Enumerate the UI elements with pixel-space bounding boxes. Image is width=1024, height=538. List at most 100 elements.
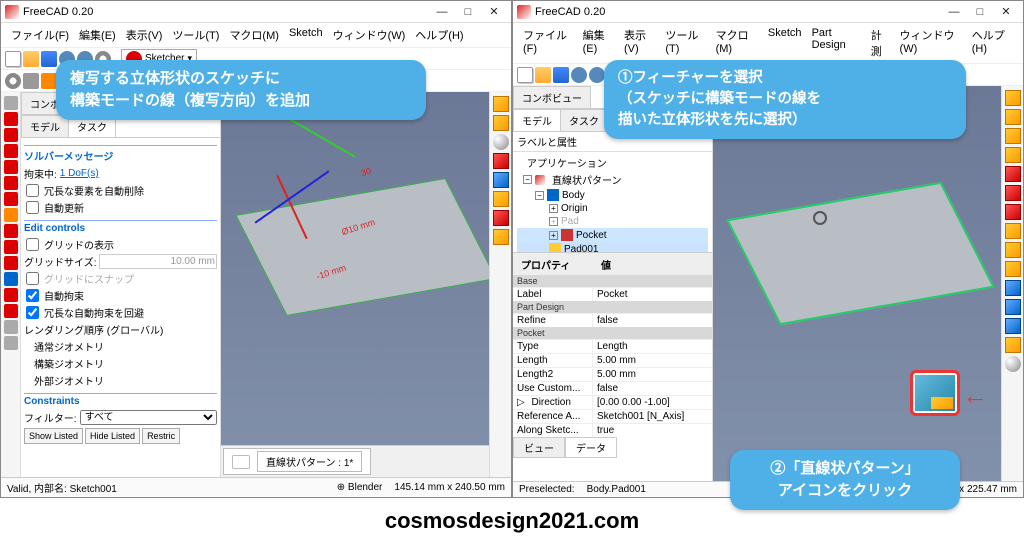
red-icon[interactable] (493, 153, 509, 169)
view-icon-2[interactable] (41, 73, 57, 89)
minimize-button[interactable]: ― (941, 2, 967, 22)
menu-window[interactable]: ウィンドウ(W) (896, 25, 966, 61)
geom-construct[interactable]: 構築ジオメトリ (34, 356, 104, 371)
menu-macro[interactable]: マクロ(M) (225, 25, 283, 45)
tree-node-doc[interactable]: −直線状パターン (517, 171, 708, 188)
redo-icon[interactable] (589, 67, 605, 83)
polyline-icon[interactable] (4, 160, 18, 174)
menu-help[interactable]: ヘルプ(H) (411, 25, 467, 45)
menu-tools[interactable]: ツール(T) (168, 25, 223, 45)
menu-edit[interactable]: 編集(E) (579, 25, 618, 61)
maximize-button[interactable]: □ (455, 2, 481, 22)
combo-tab-task[interactable]: タスク (560, 109, 608, 131)
slot-icon[interactable] (4, 192, 18, 206)
menu-sketch[interactable]: Sketch (764, 25, 806, 61)
3d-viewport-right[interactable] (713, 86, 1001, 481)
doc-tab[interactable]: 直線状パターン : 1* (223, 448, 371, 475)
multi-transform-icon[interactable] (1005, 337, 1021, 353)
combo-tab-combo[interactable]: コンボビュー (513, 86, 591, 108)
combo-tab-model[interactable]: モデル (513, 109, 561, 131)
close-button[interactable]: ✕ (993, 2, 1019, 22)
linear-pattern-icon[interactable] (1005, 299, 1021, 315)
chamfer-icon[interactable] (1005, 242, 1021, 258)
menu-view[interactable]: 表示(V) (620, 25, 659, 61)
constraint-h-icon[interactable] (4, 304, 18, 318)
pocket-icon[interactable] (1005, 166, 1021, 182)
save-icon[interactable] (553, 67, 569, 83)
show-grid-check[interactable] (26, 238, 39, 251)
restrict-button[interactable]: Restric (142, 428, 180, 444)
cube-icon[interactable] (493, 96, 509, 112)
zoom-fit-icon[interactable] (5, 73, 21, 89)
rect-icon[interactable] (4, 176, 18, 190)
measure-icon[interactable] (1005, 356, 1021, 372)
mirror-icon[interactable] (1005, 280, 1021, 296)
point-icon[interactable] (4, 96, 18, 110)
menu-edit[interactable]: 編集(E) (75, 25, 120, 45)
menu-file[interactable]: ファイル(F) (7, 25, 73, 45)
menu-partdesign[interactable]: Part Design (808, 25, 865, 61)
undo-icon[interactable] (571, 67, 587, 83)
fillet-icon[interactable] (4, 208, 18, 222)
snap-grid-check[interactable] (26, 272, 39, 285)
constraint-e-icon[interactable] (4, 336, 18, 350)
menu-macro[interactable]: マクロ(M) (712, 25, 762, 61)
open-icon[interactable] (535, 67, 551, 83)
auto-remove-redundant-check[interactable] (26, 184, 39, 197)
menu-file[interactable]: ファイル(F) (519, 25, 577, 61)
geom-external[interactable]: 外部ジオメトリ (34, 373, 104, 388)
menu-bar[interactable]: ファイル(F) 編集(E) 表示(V) ツール(T) マクロ(M) Sketch… (1, 23, 511, 48)
save-icon[interactable] (41, 51, 57, 67)
menu-view[interactable]: 表示(V) (122, 25, 167, 45)
revolve-icon[interactable] (1005, 128, 1021, 144)
groove-icon[interactable] (1005, 204, 1021, 220)
cube4-icon[interactable] (493, 229, 509, 245)
menu-help[interactable]: ヘルプ(H) (968, 25, 1017, 61)
tree-node-pocket[interactable]: +Pocket (517, 228, 708, 242)
tree-node-body[interactable]: −Body (517, 188, 708, 202)
constraint-p-icon[interactable] (4, 320, 18, 334)
prop-tab-data[interactable]: データ (565, 437, 617, 458)
pad-icon[interactable] (1005, 109, 1021, 125)
blue-icon[interactable] (493, 172, 509, 188)
circle-icon[interactable] (4, 144, 18, 158)
tree-node-application[interactable]: アプリケーション (517, 154, 708, 171)
fillet-feat-icon[interactable] (1005, 223, 1021, 239)
menu-sketch[interactable]: Sketch (285, 25, 327, 45)
minimize-button[interactable]: ― (429, 2, 455, 22)
3d-viewport-left[interactable]: Ø10 mm -10 mm 30 直線状パターン : 1* (221, 92, 489, 477)
auto-update-check[interactable] (26, 201, 39, 214)
show-listed-button[interactable]: Show Listed (24, 428, 83, 444)
menu-measure[interactable]: 計測 (867, 25, 894, 61)
extend-icon[interactable] (4, 240, 18, 254)
menu-bar[interactable]: ファイル(F) 編集(E) 表示(V) ツール(T) マクロ(M) Sketch… (513, 23, 1023, 64)
line-icon[interactable] (4, 112, 18, 126)
loft-icon[interactable] (1005, 147, 1021, 163)
prop-tab-view[interactable]: ビュー (513, 437, 565, 458)
avoid-redundant-check[interactable] (26, 306, 39, 319)
hole-icon[interactable] (1005, 185, 1021, 201)
tree-node-pad[interactable]: +Pad (517, 215, 708, 228)
ball-icon[interactable] (493, 134, 509, 150)
arc-icon[interactable] (4, 128, 18, 142)
new-doc-icon[interactable] (517, 67, 533, 83)
maximize-button[interactable]: □ (967, 2, 993, 22)
external-icon[interactable] (4, 256, 18, 270)
menu-tools[interactable]: ツール(T) (661, 25, 709, 61)
auto-constraint-check[interactable] (26, 289, 39, 302)
open-icon[interactable] (23, 51, 39, 67)
red2-icon[interactable] (493, 210, 509, 226)
tree-node-origin[interactable]: +Origin (517, 202, 708, 215)
construct-mode-icon[interactable] (4, 272, 18, 286)
polar-pattern-icon[interactable] (1005, 318, 1021, 334)
dof-link[interactable]: 1 DoF(s) (60, 168, 99, 179)
menu-window[interactable]: ウィンドウ(W) (329, 25, 410, 45)
new-doc-icon[interactable] (5, 51, 21, 67)
combo-tab-model[interactable]: モデル (21, 115, 69, 137)
grid-size-input[interactable] (99, 254, 217, 269)
cube3-icon[interactable] (493, 191, 509, 207)
hide-listed-button[interactable]: Hide Listed (85, 428, 140, 444)
trim-icon[interactable] (4, 224, 18, 238)
status-nav[interactable]: ⊕ Blender (337, 482, 383, 493)
draft-icon[interactable] (1005, 261, 1021, 277)
